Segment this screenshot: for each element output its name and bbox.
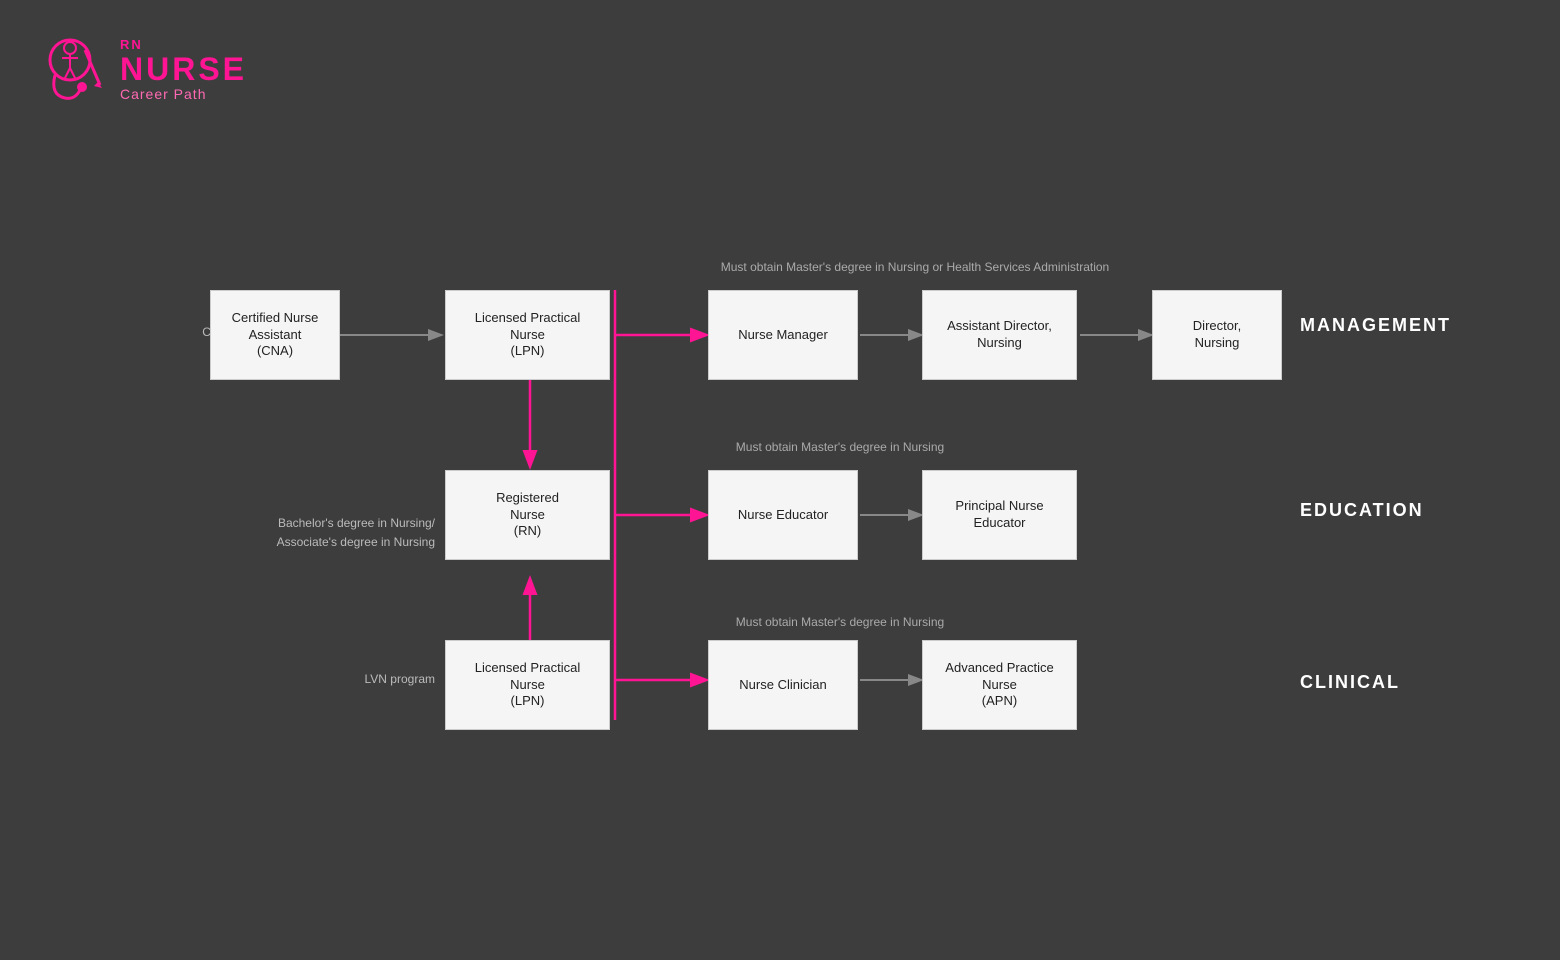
- note-education: Must obtain Master's degree in Nursing: [640, 440, 1040, 454]
- diagram: CNA program Certified Nurse Assistant (C…: [60, 180, 1520, 760]
- node-nurse-manager: Nurse Manager: [708, 290, 858, 380]
- logo-text: RN NURSE Career Path: [120, 38, 247, 103]
- lvn-program-label: LVN program: [235, 672, 435, 686]
- node-principal-educator: Principal Nurse Educator: [922, 470, 1077, 560]
- node-asst-director: Assistant Director, Nursing: [922, 290, 1077, 380]
- node-apn: Advanced Practice Nurse (APN): [922, 640, 1077, 730]
- node-director: Director, Nursing: [1152, 290, 1282, 380]
- bachelors-label: Bachelor's degree in Nursing/Associate's…: [145, 495, 435, 553]
- node-nurse-educator: Nurse Educator: [708, 470, 858, 560]
- node-cna: Certified Nurse Assistant (CNA): [210, 290, 340, 380]
- section-education: EDUCATION: [1300, 500, 1520, 521]
- note-clinical: Must obtain Master's degree in Nursing: [640, 615, 1040, 629]
- section-management: MANAGEMENT: [1300, 315, 1520, 336]
- logo-career: Career Path: [120, 87, 247, 102]
- node-nurse-clinician: Nurse Clinician: [708, 640, 858, 730]
- note-management: Must obtain Master's degree in Nursing o…: [640, 260, 1190, 274]
- node-lpn-bottom: Licensed Practical Nurse (LPN): [445, 640, 610, 730]
- logo-icon: [30, 30, 110, 110]
- section-clinical: CLINICAL: [1300, 672, 1520, 693]
- header: RN NURSE Career Path: [30, 30, 247, 110]
- node-lpn-top: Licensed Practical Nurse (LPN): [445, 290, 610, 380]
- logo-rn: RN: [120, 38, 247, 52]
- logo-nurse: NURSE: [120, 52, 247, 87]
- node-rn: Registered Nurse (RN): [445, 470, 610, 560]
